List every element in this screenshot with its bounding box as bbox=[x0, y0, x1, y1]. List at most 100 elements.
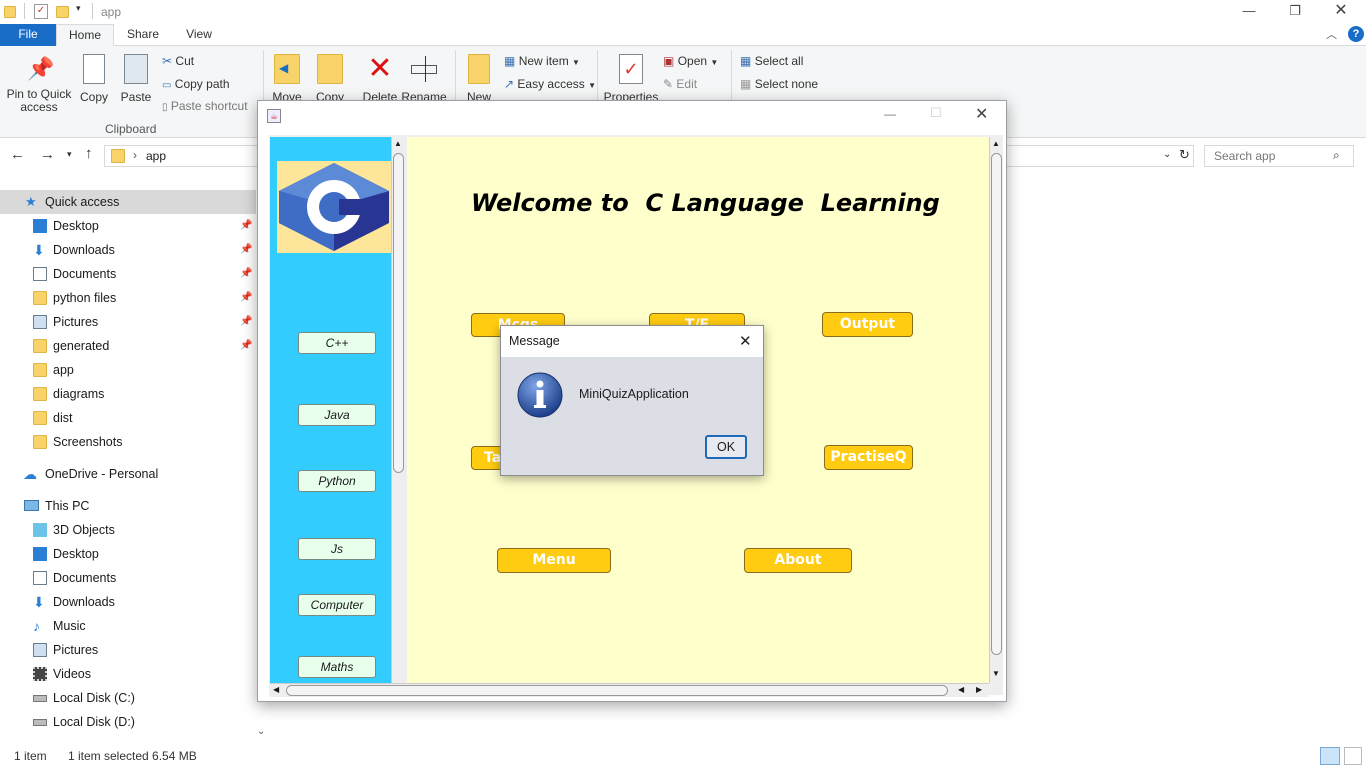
nav-pc-videos[interactable]: Videos bbox=[0, 662, 256, 686]
scroll-down-icon[interactable]: ▼ bbox=[992, 669, 1000, 678]
details-view-icon[interactable] bbox=[1320, 747, 1340, 765]
nav-item-desktop[interactable]: Desktop 📌 bbox=[0, 214, 256, 238]
easy-access-label: Easy access bbox=[517, 77, 585, 91]
dialog-close-button[interactable]: ✕ bbox=[739, 332, 752, 350]
refresh-icon[interactable]: ↻ bbox=[1179, 147, 1190, 163]
copy-to-button[interactable]: Copy bbox=[312, 54, 348, 104]
tab-view[interactable]: View bbox=[176, 24, 222, 46]
horizontal-scrollbar[interactable]: ◀ ◀ ▶ bbox=[270, 683, 989, 697]
app-maximize-button[interactable]: ☐ bbox=[930, 105, 942, 121]
up-arrow-icon[interactable]: ↑ bbox=[85, 145, 93, 162]
select-none-label: Select none bbox=[754, 77, 819, 91]
nav-quick-access[interactable]: ★ Quick access bbox=[0, 190, 256, 214]
nav-label: dist bbox=[53, 411, 73, 425]
properties-check-icon[interactable]: ✓ bbox=[34, 4, 48, 19]
close-button[interactable]: ✕ bbox=[1318, 0, 1364, 24]
practiseq-button[interactable]: PractiseQ bbox=[824, 445, 913, 470]
about-button[interactable]: About bbox=[744, 548, 852, 573]
nav-pc-local-disk-d[interactable]: Local Disk (D:) bbox=[0, 710, 256, 734]
scroll-up-icon[interactable]: ▲ bbox=[394, 139, 402, 148]
paste-shortcut-button[interactable]: ▯ Paste shortcut bbox=[162, 99, 248, 113]
menu-button[interactable]: Menu bbox=[497, 548, 611, 573]
easy-access-button[interactable]: ↗ Easy access ▼ bbox=[504, 77, 596, 91]
nav-item-documents[interactable]: Documents 📌 bbox=[0, 262, 256, 286]
select-none-icon: ▦ bbox=[740, 77, 752, 91]
nav-onedrive[interactable]: ☁ OneDrive - Personal bbox=[0, 462, 256, 486]
main-scrollbar[interactable]: ▲ ▼ bbox=[989, 137, 1003, 683]
move-to-button[interactable]: ◀ Move bbox=[270, 54, 304, 104]
nav-pc-pictures[interactable]: Pictures bbox=[0, 638, 256, 662]
nav-pc-local-disk-c[interactable]: Local Disk (C:) bbox=[0, 686, 256, 710]
scroll-left-icon[interactable]: ◀ bbox=[273, 685, 279, 694]
breadcrumb-app[interactable]: app bbox=[146, 149, 166, 163]
dialog-message: MiniQuizApplication bbox=[579, 387, 689, 401]
tab-file[interactable]: File bbox=[0, 24, 56, 46]
properties-button[interactable]: ✓ Properties bbox=[603, 54, 659, 104]
nav-item-pictures[interactable]: Pictures 📌 bbox=[0, 310, 256, 334]
nav-item-generated[interactable]: generated 📌 bbox=[0, 334, 256, 358]
pin-icon: 📌 bbox=[240, 316, 253, 327]
nav-pc-music[interactable]: ♪ Music bbox=[0, 614, 256, 638]
nav-item-dist[interactable]: dist bbox=[0, 406, 256, 430]
c-language-logo bbox=[277, 161, 391, 253]
app-minimize-button[interactable]: — bbox=[884, 107, 896, 121]
scroll-thumb[interactable] bbox=[991, 153, 1002, 655]
copy-path-button[interactable]: ▭ Copy path bbox=[162, 77, 230, 91]
scroll-down-icon[interactable]: ⌄ bbox=[257, 726, 265, 737]
new-folder-button[interactable]: New bbox=[462, 54, 496, 104]
nav-item-downloads[interactable]: ⬇ Downloads 📌 bbox=[0, 238, 256, 262]
copy-button[interactable]: Copy bbox=[76, 54, 112, 104]
app-close-button[interactable]: ✕ bbox=[975, 104, 988, 124]
large-icons-view-icon[interactable] bbox=[1344, 747, 1362, 765]
nav-pc-downloads[interactable]: ⬇ Downloads bbox=[0, 590, 256, 614]
scroll-right-icon[interactable]: ◀ bbox=[958, 685, 964, 694]
scroll-right-icon[interactable]: ▶ bbox=[976, 685, 982, 694]
address-dropdown-icon[interactable]: ⌄ bbox=[1163, 149, 1171, 160]
recent-locations-icon[interactable]: ▾ bbox=[67, 149, 72, 160]
forward-arrow-icon[interactable]: → bbox=[40, 146, 55, 163]
rename-button[interactable]: Rename bbox=[401, 54, 447, 104]
help-icon[interactable]: ? bbox=[1348, 26, 1364, 42]
new-item-button[interactable]: ▦ New item ▼ bbox=[504, 54, 580, 68]
open-button[interactable]: ▣ Open ▼ bbox=[663, 54, 718, 68]
ok-button[interactable]: OK bbox=[705, 435, 747, 459]
item-count: 1 item bbox=[14, 749, 47, 763]
nav-pc-3d-objects[interactable]: 3D Objects bbox=[0, 518, 256, 542]
new-folder-icon[interactable] bbox=[56, 4, 70, 18]
tab-home[interactable]: Home bbox=[56, 24, 114, 47]
computer-button[interactable]: Computer bbox=[298, 594, 376, 616]
back-arrow-icon[interactable]: ← bbox=[10, 146, 25, 163]
python-button[interactable]: Python bbox=[298, 470, 376, 492]
minimize-button[interactable]: — bbox=[1226, 0, 1272, 24]
search-input[interactable]: Search app ⌕ bbox=[1204, 145, 1354, 167]
nav-item-diagrams[interactable]: diagrams bbox=[0, 382, 256, 406]
select-none-button[interactable]: ▦ Select none bbox=[740, 77, 818, 91]
nav-item-app[interactable]: app bbox=[0, 358, 256, 382]
scroll-up-icon[interactable]: ▲ bbox=[992, 139, 1000, 148]
nav-pc-documents[interactable]: Documents bbox=[0, 566, 256, 590]
edit-button[interactable]: ✎ Edit bbox=[663, 77, 697, 91]
scroll-thumb[interactable] bbox=[286, 685, 948, 696]
scroll-thumb[interactable] bbox=[393, 153, 404, 473]
java-button[interactable]: Java bbox=[298, 404, 376, 426]
nav-item-python-files[interactable]: python files 📌 bbox=[0, 286, 256, 310]
nav-item-screenshots[interactable]: Screenshots bbox=[0, 430, 256, 454]
js-button[interactable]: Js bbox=[298, 538, 376, 560]
tab-share[interactable]: Share bbox=[118, 24, 168, 46]
nav-pc-desktop[interactable]: Desktop bbox=[0, 542, 256, 566]
paste-button[interactable]: Paste bbox=[117, 54, 155, 104]
clipboard-icon bbox=[124, 54, 148, 84]
maths-button[interactable]: Maths bbox=[298, 656, 376, 678]
sidebar-scrollbar[interactable]: ▲ bbox=[391, 137, 405, 683]
pin-quick-access-button[interactable]: 📌 Pin to Quick access bbox=[4, 54, 74, 114]
customize-quick-access-icon[interactable]: ▾ bbox=[76, 3, 81, 14]
delete-button[interactable]: ✕ Delete bbox=[360, 54, 400, 105]
nav-this-pc[interactable]: This PC bbox=[0, 494, 256, 518]
collapse-ribbon-icon[interactable]: ︿ bbox=[1326, 26, 1337, 42]
select-all-button[interactable]: ▦ Select all bbox=[740, 54, 803, 68]
cut-button[interactable]: ✂ Cut bbox=[162, 54, 194, 68]
music-note-icon: ♪ bbox=[33, 618, 40, 634]
cpp-button[interactable]: C++ bbox=[298, 332, 376, 354]
restore-button[interactable]: ❐ bbox=[1272, 0, 1318, 24]
output-button[interactable]: Output bbox=[822, 312, 913, 337]
